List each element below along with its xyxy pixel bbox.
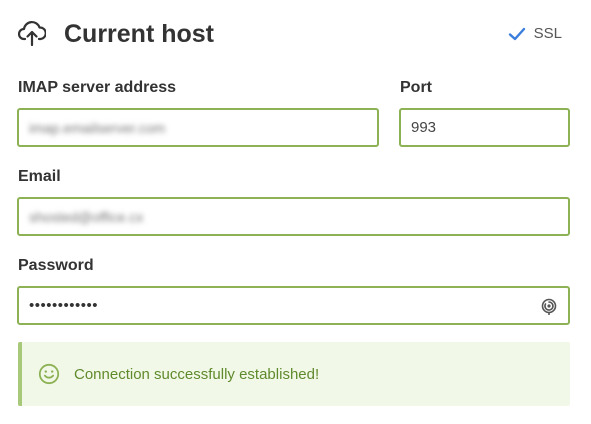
password-value: •••••••••••• — [29, 297, 99, 314]
email-input[interactable]: shosted@office.cx — [17, 197, 570, 236]
email-label: Email — [18, 168, 61, 185]
ssl-label: SSL — [533, 25, 562, 42]
connection-status-message: Connection successfully established! — [74, 365, 320, 383]
imap-server-value: imap.emailserver.com — [29, 119, 166, 136]
password-reveal-icon[interactable] — [540, 297, 558, 315]
imap-label: IMAP server address — [18, 79, 177, 96]
smile-icon — [38, 363, 60, 385]
ssl-toggle[interactable]: SSL — [508, 25, 562, 42]
password-label: Password — [18, 257, 94, 274]
port-input[interactable]: 993 — [399, 108, 570, 147]
cloud-upload-icon — [18, 21, 46, 47]
imap-server-input[interactable]: imap.emailserver.com — [17, 108, 379, 147]
page-title: Current host — [64, 20, 214, 48]
port-value: 993 — [411, 119, 437, 136]
port-label: Port — [400, 79, 432, 96]
connection-status-alert: Connection successfully established! — [18, 342, 570, 406]
password-input[interactable]: •••••••••••• — [17, 286, 570, 325]
check-icon — [508, 27, 525, 40]
page-header: Current host SSL — [18, 17, 570, 53]
email-value: shosted@office.cx — [29, 208, 144, 225]
